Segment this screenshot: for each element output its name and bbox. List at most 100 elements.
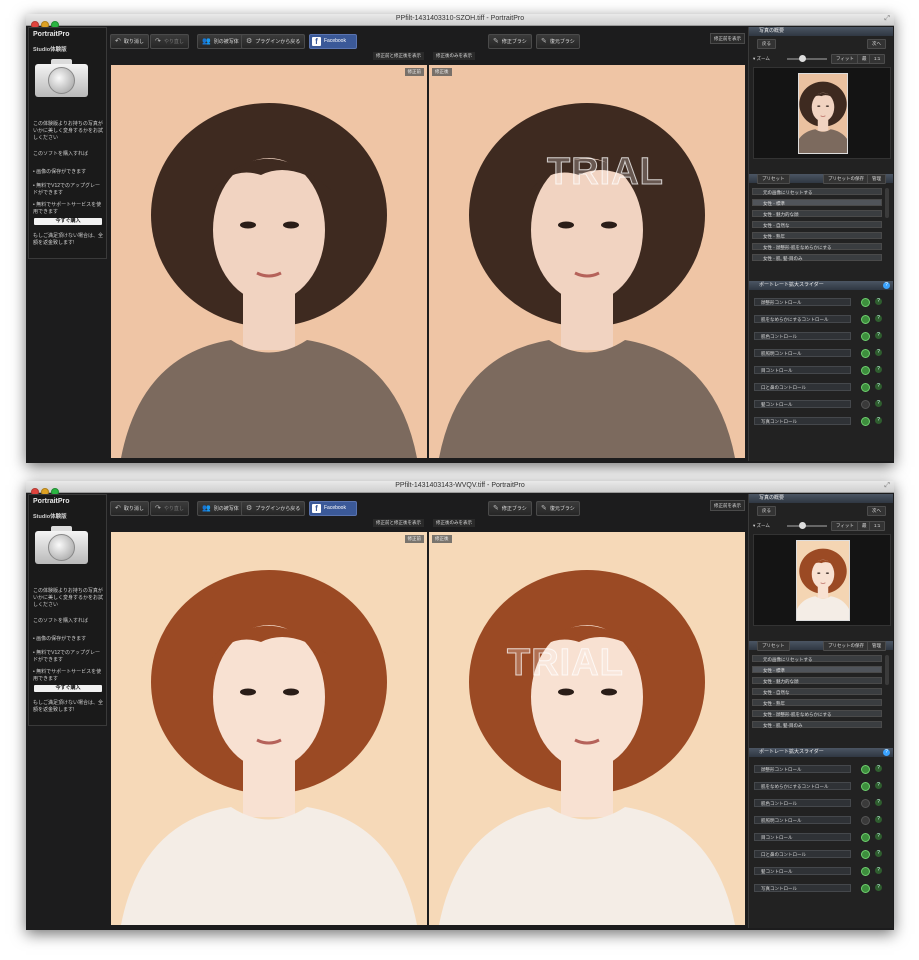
slider-section-eyes[interactable]: 目コントロール (754, 366, 851, 374)
save-preset-button[interactable]: プリセットの保存 (823, 641, 869, 651)
slider-section-hair[interactable]: 髪コントロール (754, 867, 851, 875)
preset-item[interactable]: 元の画像にリセットする (752, 655, 882, 662)
undo-button[interactable]: ↶ 取り消し (110, 501, 149, 516)
before-photo-pane[interactable]: 修正前 (111, 65, 427, 458)
slider-section-skin-light[interactable]: 肌照明コントロール (754, 816, 851, 824)
help-icon[interactable]: ? (875, 366, 882, 373)
slider-section-photo[interactable]: 写真コントロール (754, 884, 851, 892)
preset-item[interactable]: 女性 - 魅力的な顔 (752, 677, 882, 684)
before-photo-pane[interactable]: 修正前 (111, 532, 427, 925)
enable-toggle[interactable] (861, 332, 870, 341)
window-titlebar[interactable]: PPfilt-1431403143-WVQV.tiff - PortraitPr… (26, 481, 894, 496)
navigator[interactable] (753, 534, 891, 626)
help-icon[interactable]: ? (875, 816, 882, 823)
enable-toggle[interactable] (861, 349, 870, 358)
enable-toggle[interactable] (861, 383, 870, 392)
show-before-button[interactable]: 修正前を表示 (710, 33, 745, 44)
other-subject-button[interactable]: 👥 別の被写体 (197, 501, 244, 516)
buy-now-button[interactable]: 今すぐ購入 (34, 685, 102, 692)
zoom-slider[interactable] (787, 525, 827, 527)
slider-section-skin-color[interactable]: 肌色コントロール (754, 799, 851, 807)
manage-button[interactable]: 管理 (867, 641, 886, 651)
restore-brush-button[interactable]: ✎ 復元ブラシ (536, 34, 580, 49)
zoom-1to1-button[interactable]: 1:1 (869, 521, 886, 531)
preset-item[interactable]: 女性 - 標準 (752, 199, 882, 206)
preset-item[interactable]: 女性 - 魅力的な顔 (752, 210, 882, 217)
slider-section-photo[interactable]: 写真コントロール (754, 417, 851, 425)
slider-section-face[interactable]: 顔整形コントロール (754, 298, 851, 306)
preset-item[interactable]: 女性 - 顔整形-肌をなめらかにする (752, 243, 882, 250)
fit-button[interactable]: フィット (831, 54, 859, 64)
help-icon[interactable]: ? (875, 417, 882, 424)
navigator-thumbnail[interactable] (798, 73, 848, 154)
enable-toggle[interactable] (861, 850, 870, 859)
enable-toggle[interactable] (861, 417, 870, 426)
return-plugin-button[interactable]: ⚙ プラグインから戻る (241, 501, 306, 516)
chevron-down-icon[interactable]: ▾ (753, 56, 755, 61)
preset-item[interactable]: 女性 - 肌, 髪-目のみ (752, 721, 882, 728)
enable-toggle[interactable] (861, 765, 870, 774)
view-before-after-button[interactable]: 修正前と修正後を表示 (373, 519, 424, 527)
enable-toggle[interactable] (861, 867, 870, 876)
chevron-down-icon[interactable]: ▾ (753, 523, 755, 528)
help-icon[interactable]: ? (875, 315, 882, 322)
buy-now-button[interactable]: 今すぐ購入 (34, 218, 102, 225)
facebook-button[interactable]: f Facebook (309, 501, 357, 516)
return-plugin-button[interactable]: ⚙ プラグインから戻る (241, 34, 306, 49)
help-icon[interactable]: ? (875, 867, 882, 874)
enable-toggle[interactable] (861, 884, 870, 893)
fit-button[interactable]: フィット (831, 521, 859, 531)
enable-toggle[interactable] (861, 799, 870, 808)
navigator[interactable] (753, 67, 891, 159)
slider-section-mouth-nose[interactable]: 口と鼻のコントロール (754, 850, 851, 858)
redo-button[interactable]: ↷ やり直し (150, 501, 189, 516)
redo-button[interactable]: ↷ やり直し (150, 34, 189, 49)
preset-button[interactable]: プリセット (757, 641, 790, 651)
help-icon[interactable]: ? (875, 782, 882, 789)
after-photo-pane[interactable]: 修正後 TRIAL (429, 532, 745, 925)
fullscreen-icon[interactable]: ⤢ (884, 15, 890, 23)
back-button[interactable]: 戻る (757, 506, 776, 516)
other-subject-button[interactable]: 👥 別の被写体 (197, 34, 244, 49)
preset-scrollbar[interactable] (885, 655, 889, 685)
help-icon[interactable]: ? (875, 298, 882, 305)
manage-button[interactable]: 管理 (867, 174, 886, 184)
help-icon[interactable]: ? (875, 884, 882, 891)
preset-item[interactable]: 女性 - 顔整形-肌をなめらかにする (752, 710, 882, 717)
slider-section-face[interactable]: 顔整形コントロール (754, 765, 851, 773)
view-after-only-button[interactable]: 修正後のみを表示 (433, 52, 475, 60)
after-photo-pane[interactable]: 修正後 TRIAL (429, 65, 745, 458)
facebook-button[interactable]: f Facebook (309, 34, 357, 49)
enable-toggle[interactable] (861, 298, 870, 307)
help-icon[interactable]: ? (875, 850, 882, 857)
window-titlebar[interactable]: PPfilt-1431403310-SZOH.tiff - PortraitPr… (26, 14, 894, 29)
help-icon[interactable]: ? (875, 833, 882, 840)
fullscreen-icon[interactable]: ⤢ (884, 482, 890, 490)
preset-item[interactable]: 女性 - 標準 (752, 666, 882, 673)
preset-item[interactable]: 女性 - 肌, 髪-目のみ (752, 254, 882, 261)
help-icon[interactable]: ? (875, 383, 882, 390)
enable-toggle[interactable] (861, 315, 870, 324)
preset-item[interactable]: 元の画像にリセットする (752, 188, 882, 195)
navigator-thumbnail[interactable] (796, 540, 850, 621)
help-icon[interactable]: ? (875, 349, 882, 356)
show-before-button[interactable]: 修正前を表示 (710, 500, 745, 511)
zoom-slider-knob[interactable] (799, 55, 806, 62)
preset-button[interactable]: プリセット (757, 174, 790, 184)
restore-brush-button[interactable]: ✎ 復元ブラシ (536, 501, 580, 516)
enable-toggle[interactable] (861, 400, 870, 409)
preset-item[interactable]: 女性 - 熟年 (752, 232, 882, 239)
zoom-slider[interactable] (787, 58, 827, 60)
slider-section-skin-color[interactable]: 肌色コントロール (754, 332, 851, 340)
back-button[interactable]: 戻る (757, 39, 776, 49)
slider-section-eyes[interactable]: 目コントロール (754, 833, 851, 841)
slider-section-hair[interactable]: 髪コントロール (754, 400, 851, 408)
next-button[interactable]: 次へ (867, 39, 886, 49)
preset-item[interactable]: 女性 - 自然な (752, 688, 882, 695)
help-icon[interactable]: ? (875, 799, 882, 806)
slider-section-skin-light[interactable]: 肌照明コントロール (754, 349, 851, 357)
retouch-brush-button[interactable]: ✎ 修正ブラシ (488, 501, 532, 516)
preset-scrollbar[interactable] (885, 188, 889, 218)
zoom-slider-knob[interactable] (799, 522, 806, 529)
view-before-after-button[interactable]: 修正前と修正後を表示 (373, 52, 424, 60)
